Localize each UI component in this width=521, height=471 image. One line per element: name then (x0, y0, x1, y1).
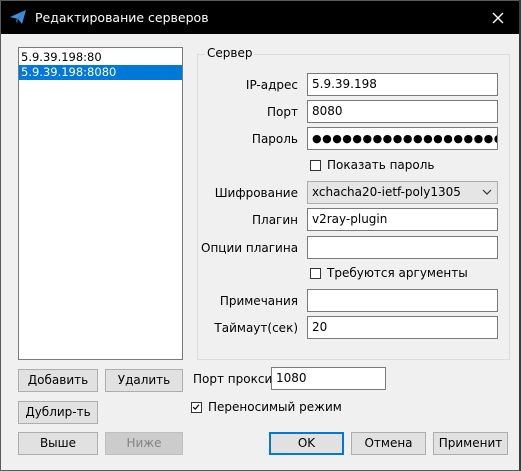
encryption-value: xchacha20-ietf-poly1305 (312, 185, 461, 199)
checkmark-icon (192, 403, 200, 410)
duplicate-button[interactable]: Дублир-ть (18, 401, 98, 424)
portable-mode-checkbox[interactable]: Переносимый режим (191, 400, 342, 414)
notes-field[interactable] (307, 289, 498, 312)
ip-field[interactable]: 5.9.39.198 (307, 73, 498, 96)
close-icon[interactable] (487, 7, 509, 29)
show-password-checkbox[interactable]: Показать пароль (310, 158, 434, 172)
encryption-label: Шифрование (214, 186, 298, 200)
show-password-label: Показать пароль (327, 158, 435, 172)
server-list[interactable]: 5.9.39.198:80 5.9.39.198:8080 (18, 47, 183, 360)
move-up-button[interactable]: Выше (18, 432, 98, 455)
title-bar[interactable]: Редактирование серверов (1, 1, 520, 34)
password-label: Пароль (251, 132, 298, 146)
encryption-select[interactable]: xchacha20-ietf-poly1305 (307, 181, 498, 204)
window-title: Редактирование серверов (35, 10, 209, 25)
paper-plane-icon (10, 10, 26, 24)
notes-label: Примечания (219, 294, 298, 308)
server-group-title: Сервер (205, 46, 255, 60)
apply-button[interactable]: Применит (433, 432, 508, 455)
server-edit-dialog: Редактирование серверов 5.9.39.198:80 5.… (0, 0, 521, 471)
checkbox-box[interactable] (310, 267, 321, 279)
timeout-label: Таймаут(сек) (214, 321, 298, 335)
checkbox-box[interactable] (191, 401, 202, 413)
list-item[interactable]: 5.9.39.198:80 (19, 50, 182, 65)
plugin-label: Плагин (252, 213, 298, 227)
delete-button[interactable]: Удалить (105, 369, 183, 392)
list-item[interactable]: 5.9.39.198:8080 (19, 65, 182, 80)
checkbox-box[interactable] (310, 159, 321, 171)
ok-button[interactable]: OK (269, 432, 344, 455)
plugin-options-field[interactable] (307, 236, 498, 259)
chevron-down-icon (482, 189, 492, 195)
portable-mode-label: Переносимый режим (208, 400, 342, 414)
plugin-field[interactable]: v2ray-plugin (307, 208, 498, 231)
port-field[interactable]: 8080 (307, 100, 498, 123)
proxy-port-label: Порт прокси (193, 372, 273, 386)
add-button[interactable]: Добавить (18, 369, 98, 392)
requires-args-checkbox[interactable]: Требуются аргументы (310, 266, 468, 280)
plugin-options-label: Опции плагина (201, 241, 299, 255)
proxy-port-field[interactable]: 1080 (271, 367, 386, 390)
port-label: Порт (267, 105, 298, 119)
move-down-button[interactable]: Ниже (105, 432, 183, 455)
password-field[interactable]: ●●●●●●●●●●●●●●●●●●●● (307, 127, 498, 150)
requires-args-label: Требуются аргументы (327, 266, 468, 280)
timeout-field[interactable]: 20 (307, 316, 498, 339)
cancel-button[interactable]: Отмена (351, 432, 426, 455)
ip-label: IP-адрес (245, 78, 298, 92)
